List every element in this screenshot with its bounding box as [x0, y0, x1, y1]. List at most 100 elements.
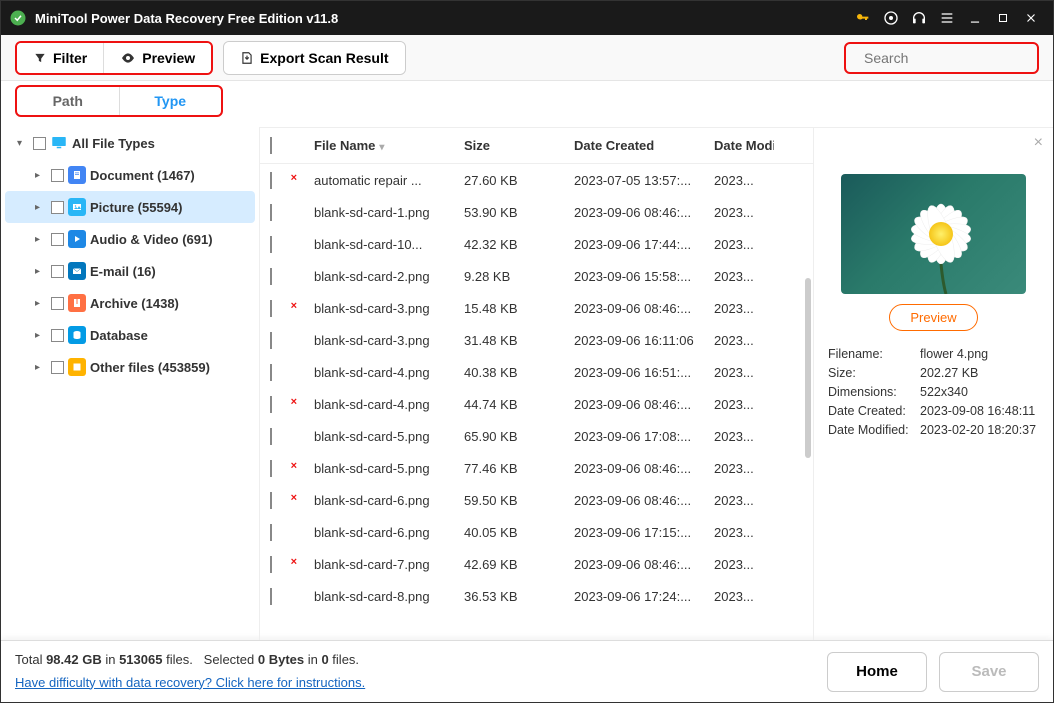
- sidebar-item[interactable]: ▸Database: [5, 319, 255, 351]
- preview-image: [841, 174, 1026, 294]
- checkbox[interactable]: [270, 428, 272, 445]
- checkbox[interactable]: [51, 329, 64, 342]
- search-input[interactable]: [864, 50, 1045, 66]
- file-size: 36.53 KB: [464, 589, 574, 604]
- checkbox[interactable]: [51, 361, 64, 374]
- checkbox[interactable]: [270, 492, 272, 509]
- toolbar: Filter Preview Export Scan Result: [1, 35, 1053, 81]
- checkbox[interactable]: [270, 204, 272, 221]
- checkbox[interactable]: [270, 364, 272, 381]
- checkbox[interactable]: [51, 297, 64, 310]
- col-filename[interactable]: File Name▾: [314, 138, 464, 153]
- preview-open-button[interactable]: Preview: [889, 304, 977, 331]
- checkbox-all[interactable]: [270, 137, 272, 154]
- file-row[interactable]: blank-sd-card-10...42.32 KB2023-09-06 17…: [260, 228, 813, 260]
- file-row[interactable]: blank-sd-card-4.png40.38 KB2023-09-06 16…: [260, 356, 813, 388]
- file-row[interactable]: blank-sd-card-5.png65.90 KB2023-09-06 17…: [260, 420, 813, 452]
- file-created: 2023-09-06 08:46:...: [574, 557, 714, 572]
- chevron-right-icon[interactable]: ▸: [35, 298, 47, 309]
- export-button[interactable]: Export Scan Result: [224, 42, 404, 74]
- checkbox[interactable]: [270, 396, 272, 413]
- tab-type[interactable]: Type: [119, 87, 222, 115]
- file-size: 42.69 KB: [464, 557, 574, 572]
- filter-button[interactable]: Filter: [17, 43, 103, 73]
- checkbox[interactable]: [270, 588, 272, 605]
- chevron-down-icon[interactable]: ▾: [17, 138, 29, 149]
- file-row[interactable]: blank-sd-card-2.png9.28 KB2023-09-06 15:…: [260, 260, 813, 292]
- home-button[interactable]: Home: [827, 652, 927, 692]
- sidebar-item[interactable]: ▸Audio & Video (691): [5, 223, 255, 255]
- sidebar-item[interactable]: ▸ Picture (55594): [5, 191, 255, 223]
- chevron-right-icon[interactable]: ▸: [35, 266, 47, 277]
- chevron-right-icon[interactable]: ▸: [35, 362, 47, 373]
- file-modified: 2023...: [714, 205, 774, 220]
- headphones-icon[interactable]: [905, 4, 933, 32]
- checkbox[interactable]: [270, 268, 272, 285]
- file-row[interactable]: blank-sd-card-3.png15.48 KB2023-09-06 08…: [260, 292, 813, 324]
- tab-path[interactable]: Path: [17, 87, 119, 115]
- file-modified: 2023...: [714, 589, 774, 604]
- checkbox[interactable]: [270, 332, 272, 349]
- sidebar-item[interactable]: ▸Archive (1438): [5, 287, 255, 319]
- checkbox[interactable]: [51, 233, 64, 246]
- checkbox[interactable]: [270, 556, 272, 573]
- tree-root[interactable]: ▾ All File Types: [5, 127, 255, 159]
- monitor-icon: [50, 134, 68, 152]
- file-row[interactable]: blank-sd-card-4.png44.74 KB2023-09-06 08…: [260, 388, 813, 420]
- sidebar-item[interactable]: ▸Other files (453859): [5, 351, 255, 383]
- chevron-right-icon[interactable]: ▸: [35, 234, 47, 245]
- minimize-button[interactable]: [961, 4, 989, 32]
- help-link[interactable]: Have difficulty with data recovery? Clic…: [15, 675, 365, 690]
- file-row[interactable]: blank-sd-card-6.png40.05 KB2023-09-06 17…: [260, 516, 813, 548]
- chevron-right-icon[interactable]: ▸: [35, 170, 47, 181]
- checkbox[interactable]: [270, 460, 272, 477]
- checkbox[interactable]: [51, 265, 64, 278]
- file-modified: 2023...: [714, 557, 774, 572]
- file-name: blank-sd-card-8.png: [314, 589, 464, 604]
- sort-indicator-icon: ▾: [379, 142, 384, 153]
- close-button[interactable]: [1017, 4, 1045, 32]
- menu-icon[interactable]: [933, 4, 961, 32]
- file-row[interactable]: blank-sd-card-7.png42.69 KB2023-09-06 08…: [260, 548, 813, 580]
- file-row[interactable]: blank-sd-card-1.png53.90 KB2023-09-06 08…: [260, 196, 813, 228]
- sidebar-item[interactable]: ▸ Document (1467): [5, 159, 255, 191]
- sidebar-item[interactable]: ▸E-mail (16): [5, 255, 255, 287]
- file-created: 2023-09-06 08:46:...: [574, 205, 714, 220]
- save-button[interactable]: Save: [939, 652, 1039, 692]
- checkbox[interactable]: [51, 201, 64, 214]
- checkbox[interactable]: [33, 137, 46, 150]
- file-row[interactable]: blank-sd-card-8.png36.53 KB2023-09-06 17…: [260, 580, 813, 612]
- checkbox[interactable]: [270, 524, 272, 541]
- close-preview-button[interactable]: ×: [1034, 134, 1043, 152]
- checkbox[interactable]: [270, 172, 272, 189]
- col-created[interactable]: Date Created: [574, 138, 714, 153]
- checkbox[interactable]: [270, 236, 272, 253]
- sidebar-item-label: Picture (55594): [90, 200, 183, 215]
- file-size: 42.32 KB: [464, 237, 574, 252]
- file-row[interactable]: blank-sd-card-5.png77.46 KB2023-09-06 08…: [260, 452, 813, 484]
- file-name: blank-sd-card-10...: [314, 237, 464, 252]
- file-row[interactable]: automatic repair ...27.60 KB2023-07-05 1…: [260, 164, 813, 196]
- file-modified: 2023...: [714, 237, 774, 252]
- chevron-right-icon[interactable]: ▸: [35, 202, 47, 213]
- file-row[interactable]: blank-sd-card-6.png59.50 KB2023-09-06 08…: [260, 484, 813, 516]
- file-size: 40.38 KB: [464, 365, 574, 380]
- disc-icon[interactable]: [877, 4, 905, 32]
- sidebar-item-label: Document (1467): [90, 168, 195, 183]
- preview-button[interactable]: Preview: [103, 43, 211, 73]
- col-size[interactable]: Size: [464, 138, 574, 153]
- checkbox[interactable]: [51, 169, 64, 182]
- file-size: 27.60 KB: [464, 173, 574, 188]
- maximize-button[interactable]: [989, 4, 1017, 32]
- file-name: blank-sd-card-6.png: [314, 525, 464, 540]
- file-name: blank-sd-card-3.png: [314, 301, 464, 316]
- key-icon[interactable]: [849, 4, 877, 32]
- scrollbar[interactable]: [805, 278, 811, 458]
- search-box[interactable]: [844, 42, 1039, 74]
- file-row[interactable]: blank-sd-card-3.png31.48 KB2023-09-06 16…: [260, 324, 813, 356]
- col-modified[interactable]: Date Modif: [714, 138, 774, 153]
- eye-icon: [120, 50, 136, 66]
- checkbox[interactable]: [270, 300, 272, 317]
- chevron-right-icon[interactable]: ▸: [35, 330, 47, 341]
- file-created: 2023-09-06 16:51:...: [574, 365, 714, 380]
